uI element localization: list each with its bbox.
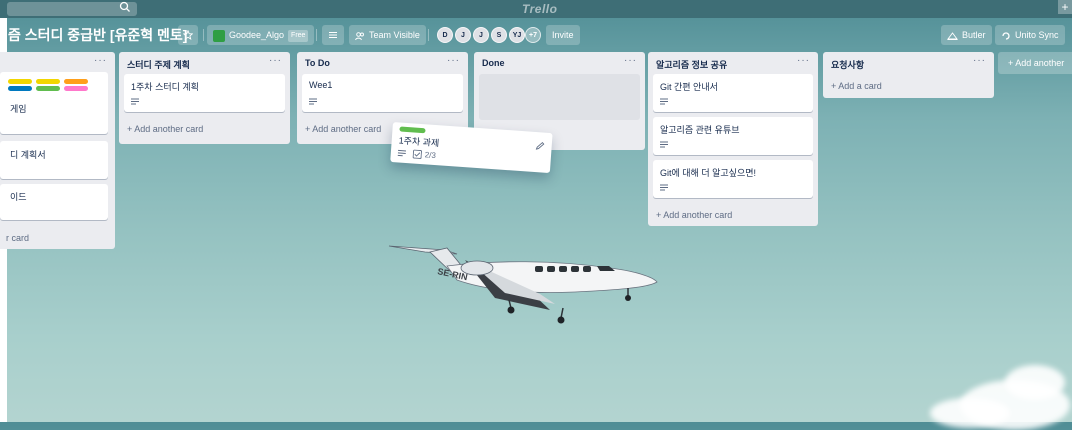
card-label-yellow [8, 79, 32, 84]
visibility-label: Team Visible [369, 30, 420, 40]
list-item[interactable]: Git에 대해 더 알고싶으면! [653, 160, 813, 198]
more-members-badge[interactable]: +7 [525, 27, 541, 43]
butler-label: Butler [962, 30, 986, 40]
card-title: Git에 대해 더 알고싶으면! [660, 166, 756, 179]
description-icon [131, 98, 139, 105]
edit-pencil-icon[interactable] [535, 141, 545, 151]
card-title: 이드 [10, 190, 27, 203]
trello-logo[interactable]: Trello [522, 2, 557, 16]
invite-button[interactable]: Invite [546, 25, 580, 45]
list-item[interactable]: 알고리즘 관련 유튜브 [653, 117, 813, 155]
list-title[interactable]: Done [482, 58, 505, 68]
list-menu-icon[interactable]: ··· [797, 55, 810, 66]
card-label-green [399, 126, 425, 133]
list-title[interactable]: 알고리즘 정보 공유 [656, 58, 727, 71]
description-icon [309, 98, 317, 105]
card-label-blue [8, 86, 32, 91]
search-icon[interactable] [118, 0, 132, 14]
divider [203, 29, 204, 41]
card-title: Wee1 [309, 80, 332, 90]
airplane-background-image: SE-RIN [385, 238, 660, 333]
workspace-label: Goodee_Algo [229, 30, 284, 40]
member-avatar[interactable]: D [437, 27, 453, 43]
list-item[interactable]: Wee1 [302, 74, 463, 112]
top-header: Trello + [0, 0, 1072, 18]
checklist-count: 2/3 [424, 150, 436, 160]
butler-icon [947, 31, 958, 41]
list-item[interactable]: 1주차 스터디 계획 [124, 74, 285, 112]
card-label-green [36, 86, 60, 91]
card-title: 1주차 스터디 계획 [131, 80, 199, 93]
member-avatar[interactable]: S [491, 27, 507, 43]
card-label-pink [64, 86, 88, 91]
card-title: Git 간편 안내서 [660, 80, 718, 93]
workspace-button[interactable]: Goodee_Algo Free [207, 25, 314, 45]
add-list-button[interactable]: + Add another [998, 52, 1072, 74]
member-avatar[interactable]: J [455, 27, 471, 43]
add-list-label: Add another [1015, 58, 1064, 68]
unito-sync-button[interactable]: Unito Sync [995, 25, 1065, 45]
board-title[interactable]: 즘 스터디 중급반 [유준혁 멘토] [8, 25, 187, 45]
add-card-button[interactable]: + Add another card [305, 124, 381, 134]
list-menu-icon[interactable]: ··· [447, 55, 460, 66]
list-title[interactable]: 스터디 주제 계획 [127, 58, 190, 71]
list-menu-icon[interactable]: ··· [94, 55, 107, 66]
list-menu-icon[interactable]: ··· [973, 55, 986, 66]
list-item[interactable]: 이드 [0, 184, 108, 220]
card-title: 게임 [10, 102, 27, 115]
description-icon [660, 184, 668, 191]
list-title[interactable]: To Do [305, 58, 330, 68]
divider [316, 29, 317, 41]
description-icon [660, 98, 668, 105]
visibility-button[interactable]: Team Visible [349, 25, 426, 45]
card-title: 디 계획서 [10, 148, 46, 161]
unito-label: Unito Sync [1015, 30, 1059, 40]
board-menu-button[interactable] [322, 25, 344, 45]
list-menu-icon[interactable]: ··· [269, 55, 282, 66]
team-icon [355, 31, 365, 41]
list-requests: 요청사항 ··· + Add a card [823, 52, 994, 98]
divider [428, 29, 429, 41]
card-drop-placeholder [479, 74, 640, 120]
list-partial: ··· 게임 디 계획서 이드 r card [0, 52, 115, 249]
unito-icon [1001, 31, 1011, 41]
list-item[interactable]: Git 간편 안내서 [653, 74, 813, 112]
card-title: 1주차 과제 [398, 133, 439, 149]
list-item[interactable]: 디 계획서 [0, 141, 108, 179]
butler-button[interactable]: Butler [941, 25, 992, 45]
description-icon [660, 141, 668, 148]
add-card-button[interactable]: + Add another card [656, 210, 732, 220]
cloud [1005, 365, 1065, 400]
create-button[interactable]: + [1058, 0, 1072, 14]
list-menu-icon[interactable]: ··· [624, 55, 637, 66]
member-avatar[interactable]: YJ [509, 27, 525, 43]
star-button[interactable] [178, 25, 198, 45]
add-card-label: Add another card [312, 124, 381, 134]
member-avatar[interactable]: J [473, 27, 489, 43]
cloud [930, 398, 1010, 428]
card-label-yellow [36, 79, 60, 84]
description-icon [398, 149, 406, 157]
checklist-icon [413, 149, 423, 159]
list-study-topic: 스터디 주제 계획 ··· 1주차 스터디 계획 + Add another c… [119, 52, 290, 144]
list-item[interactable]: 게임 [0, 72, 108, 134]
card-title: 알고리즘 관련 유튜브 [660, 123, 740, 136]
star-icon [183, 30, 193, 40]
menu-icon [328, 30, 338, 40]
list-title[interactable]: 요청사항 [831, 58, 864, 71]
add-card-button[interactable]: + Add a card [831, 81, 882, 91]
list-algorithm-info: 알고리즘 정보 공유 ··· Git 간편 안내서 알고리즘 관련 유튜브 Gi… [648, 52, 818, 226]
board-header: 즘 스터디 중급반 [유준혁 멘토] Goodee_Algo Free Team … [0, 24, 1072, 46]
workspace-logo-icon [213, 30, 225, 42]
add-card-label: Add a card [838, 81, 882, 91]
add-card-label: Add another card [134, 124, 203, 134]
card-label-orange [64, 79, 88, 84]
add-card-label: Add another card [663, 210, 732, 220]
add-card-button[interactable]: + Add another card [127, 124, 203, 134]
add-card-button[interactable]: r card [6, 233, 29, 243]
free-badge: Free [288, 30, 308, 42]
